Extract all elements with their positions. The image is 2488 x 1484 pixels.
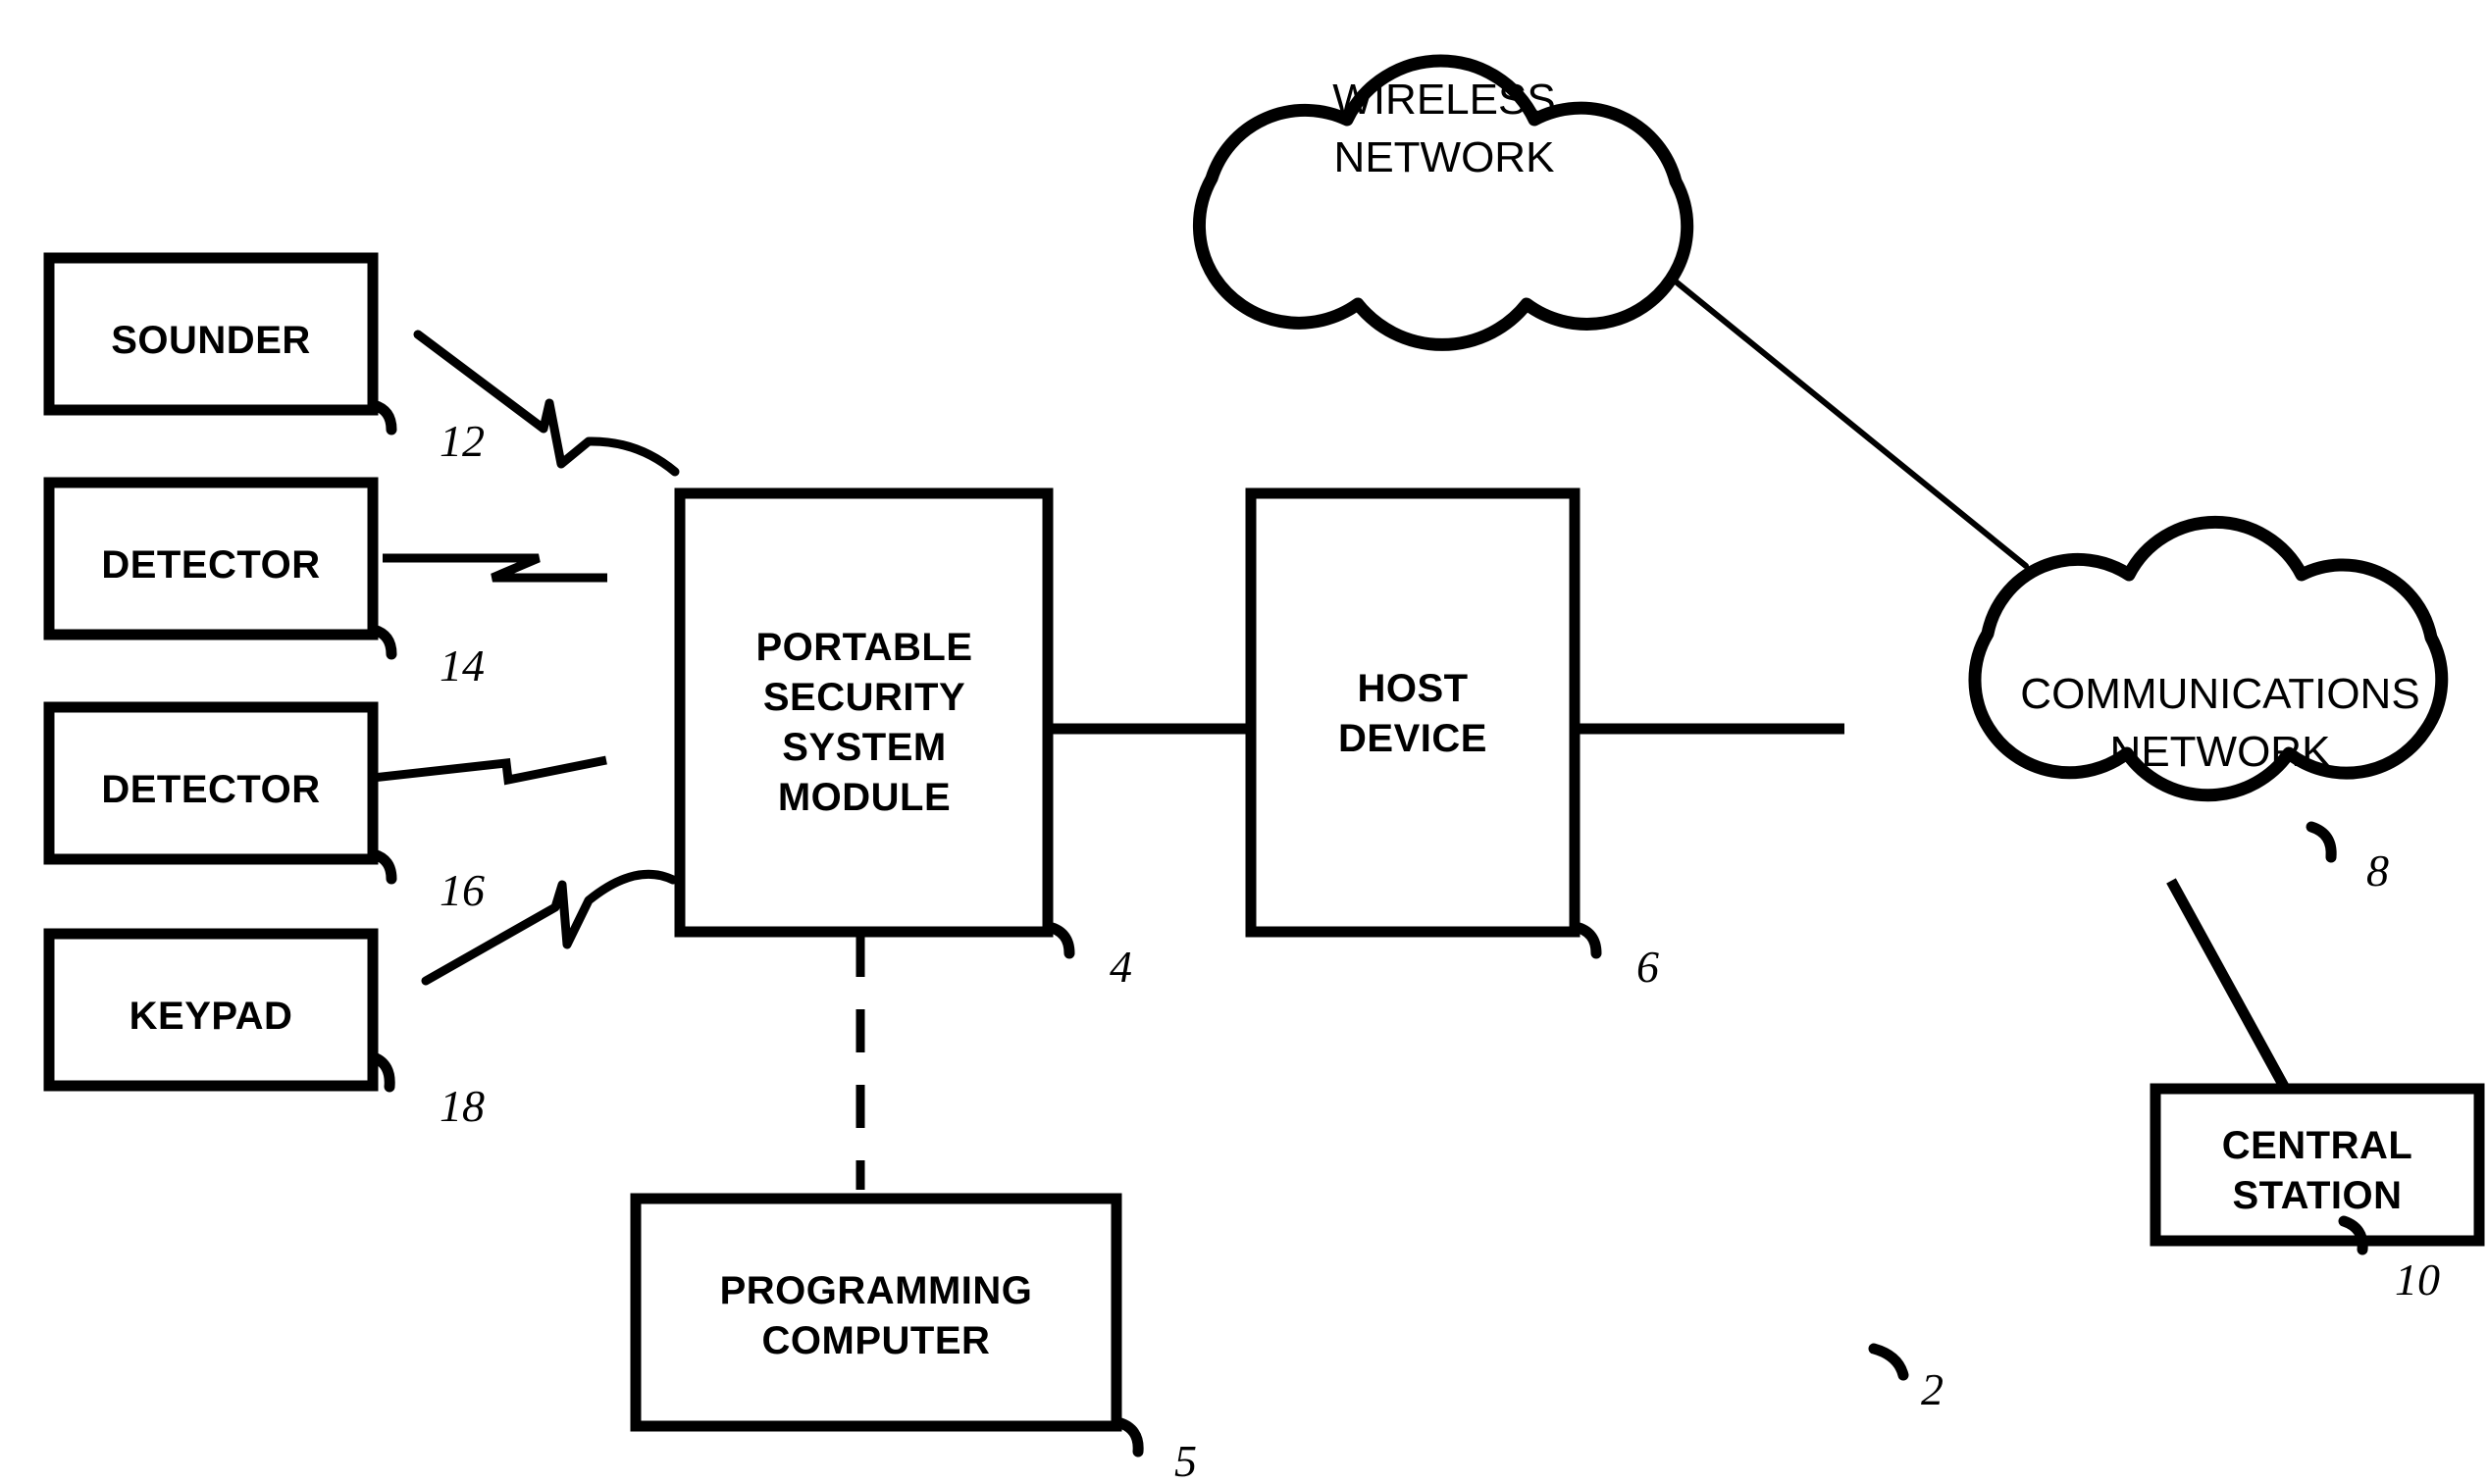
leader-hook-detector-bottom xyxy=(368,848,397,885)
ref-number-10: 10 xyxy=(2395,1254,2440,1305)
programming-computer-label-line1: PROGRAMMING xyxy=(720,1269,1033,1312)
programming-computer-label-line2: COMPUTER xyxy=(762,1319,991,1362)
leader-hook-sounder xyxy=(368,399,397,435)
leader-hook-detector-top xyxy=(368,624,397,660)
central-station-label-line2: STATION xyxy=(2232,1174,2402,1217)
box-host-device: HOST DEVICE 6 xyxy=(1245,487,1659,992)
ref-number-12: 12 xyxy=(440,416,485,466)
host-device-label-line2: DEVICE xyxy=(1338,717,1487,760)
ref-number-6: 6 xyxy=(1636,942,1659,992)
wired-link-detector-top xyxy=(383,553,607,583)
keypad-label: KEYPAD xyxy=(130,995,293,1038)
box-keypad: KEYPAD 18 xyxy=(43,928,485,1131)
cloud-wireless-label-line1: WIRELESS xyxy=(1332,76,1555,124)
ref-number-2: 2 xyxy=(1921,1364,1944,1414)
box-portable-security-system-module: PORTABLE SECURITY SYSTEM MODULE 4 xyxy=(674,487,1132,992)
ref-marker-figure: 2 xyxy=(1868,1343,1944,1414)
box-sounder: SOUNDER 12 xyxy=(43,252,485,466)
cloud-communications-network: COMMUNICATIONS NETWORK xyxy=(1968,515,2449,802)
ref-number-4: 4 xyxy=(1110,942,1132,992)
leader-hook-comms-network xyxy=(2306,821,2337,863)
connector-wireless-to-comms-network xyxy=(1668,275,2029,569)
detector-top-label: DETECTOR xyxy=(101,543,320,587)
box-detector-top: DETECTOR 14 xyxy=(43,477,485,691)
patent-figure: WIRELESS NETWORK COMMUNICATIONS NETWORK … xyxy=(0,0,2488,1484)
box-programming-computer: PROGRAMMING COMPUTER 5 xyxy=(630,1193,1197,1484)
module-label-line1: PORTABLE xyxy=(755,626,972,669)
module-label-line2: SECURITY xyxy=(763,676,965,719)
connector-comms-network-to-central-station xyxy=(2166,878,2292,1095)
module-label-line4: MODULE xyxy=(778,776,951,819)
sounder-label: SOUNDER xyxy=(111,319,311,362)
ref-number-14: 14 xyxy=(440,640,485,691)
ref-number-8: 8 xyxy=(2366,845,2389,896)
host-device-box-outline xyxy=(1245,487,1581,938)
diagram-canvas: WIRELESS NETWORK COMMUNICATIONS NETWORK … xyxy=(43,54,2485,1484)
central-station-label-line1: CENTRAL xyxy=(2222,1124,2413,1167)
ref-marker-communications-network: 8 xyxy=(2306,821,2389,896)
box-detector-bottom: DETECTOR 16 xyxy=(43,701,485,915)
host-device-label-line1: HOST xyxy=(1357,667,1468,710)
leader-hook-programming-computer xyxy=(1112,1416,1144,1458)
cloud-wireless-network: WIRELESS NETWORK xyxy=(1192,54,1694,351)
box-central-station: CENTRAL STATION 10 xyxy=(2150,1083,2485,1305)
detector-bottom-label: DETECTOR xyxy=(101,768,320,811)
wired-link-detector-bottom xyxy=(372,755,607,786)
cloud-communications-label-line1: COMMUNICATIONS xyxy=(2020,670,2419,718)
leader-hook-host-device xyxy=(1570,921,1602,959)
ref-number-16: 16 xyxy=(440,865,485,915)
ref-number-5: 5 xyxy=(1174,1436,1197,1484)
module-label-line3: SYSTEM xyxy=(782,726,946,769)
cloud-wireless-label-line2: NETWORK xyxy=(1334,133,1555,181)
leader-hook-module xyxy=(1043,921,1075,959)
leader-hook-figure-ref xyxy=(1868,1343,1909,1381)
cloud-communications-label-line2: NETWORK xyxy=(2110,728,2331,776)
ref-number-18: 18 xyxy=(440,1081,485,1131)
programming-computer-box-outline xyxy=(630,1193,1122,1432)
